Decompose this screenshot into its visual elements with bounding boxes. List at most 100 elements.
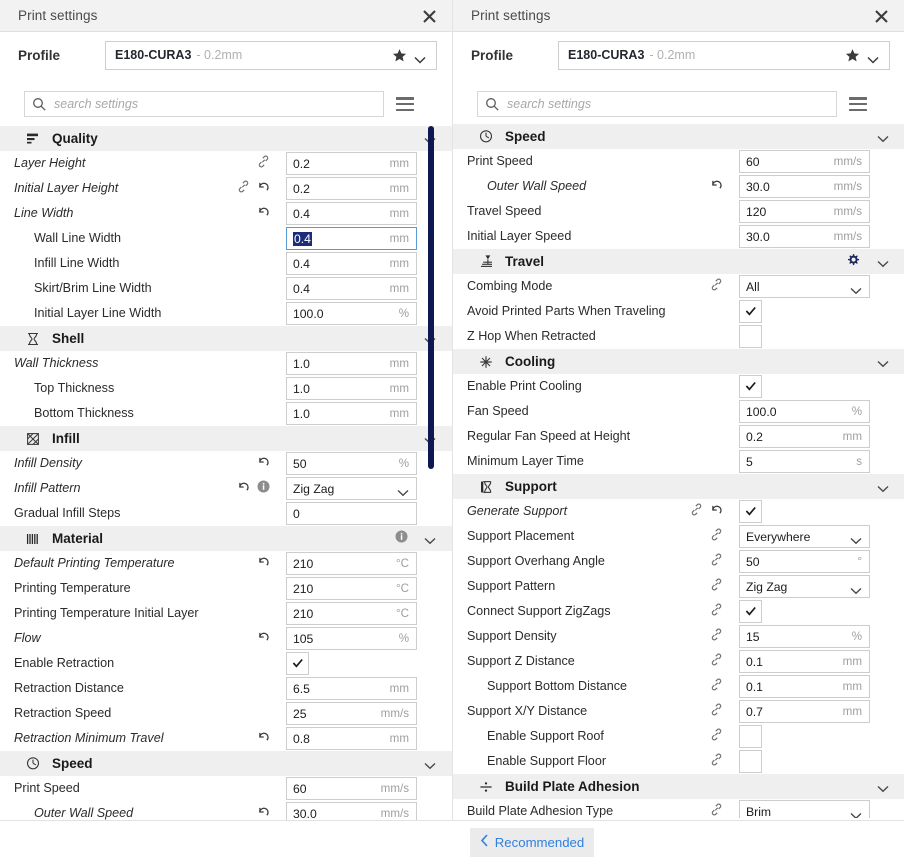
setting-dropdown[interactable]: Zig Zag [739, 575, 870, 598]
setting-text-input[interactable]: 210 °C [286, 577, 417, 600]
star-icon[interactable] [845, 48, 860, 68]
setting-text-input[interactable]: 25 mm/s [286, 702, 417, 725]
chevron-down-icon[interactable] [877, 255, 889, 273]
setting-text-input[interactable]: 120 mm/s [739, 200, 870, 223]
link-icon[interactable] [710, 803, 723, 818]
star-icon[interactable] [392, 48, 407, 68]
settings-category-header[interactable]: Cooling [453, 349, 904, 374]
chevron-down-icon[interactable] [877, 355, 889, 373]
search-input[interactable]: search settings [477, 91, 837, 117]
setting-checkbox[interactable] [739, 300, 762, 323]
chevron-down-icon[interactable] [877, 780, 889, 798]
settings-category-header[interactable]: Speed [453, 124, 904, 149]
link-icon[interactable] [690, 503, 703, 521]
chevron-down-icon[interactable] [850, 807, 862, 818]
chevron-down-icon[interactable] [414, 52, 426, 70]
chevron-down-icon[interactable] [867, 52, 879, 70]
revert-icon[interactable] [257, 730, 270, 748]
link-icon[interactable] [710, 578, 723, 596]
search-input[interactable]: search settings [24, 91, 384, 117]
recommended-button[interactable]: Recommended [470, 828, 594, 857]
setting-text-input[interactable]: 30.0 mm/s [739, 175, 870, 198]
scrollbar-left[interactable] [428, 126, 434, 469]
link-icon[interactable] [710, 553, 723, 571]
revert-icon[interactable] [257, 630, 270, 648]
chevron-down-icon[interactable] [877, 130, 889, 148]
setting-checkbox[interactable] [739, 375, 762, 398]
revert-icon[interactable] [257, 805, 270, 820]
setting-text-input[interactable]: 0.8 mm [286, 727, 417, 750]
setting-text-input[interactable]: 0 [286, 502, 417, 525]
setting-text-input[interactable]: 50% [286, 452, 417, 475]
setting-text-input[interactable]: 60 mm/s [286, 777, 417, 800]
settings-category-header[interactable]: Quality [0, 126, 452, 151]
info-circle-icon[interactable] [257, 480, 270, 498]
setting-checkbox[interactable] [739, 750, 762, 773]
chevron-down-icon[interactable] [397, 484, 409, 502]
setting-checkbox[interactable] [739, 500, 762, 523]
chevron-down-icon[interactable] [850, 532, 862, 550]
settings-list-left[interactable]: Quality Layer Height 0.2 mm Initial Layer He… [0, 126, 452, 820]
revert-icon[interactable] [257, 555, 270, 573]
link-icon[interactable] [710, 653, 723, 671]
link-icon[interactable] [710, 278, 723, 296]
setting-text-input[interactable]: 0.2 mm [286, 177, 417, 200]
setting-text-input[interactable]: 15% [739, 625, 870, 648]
close-icon[interactable] [870, 5, 892, 27]
setting-text-input[interactable]: 100.0% [286, 302, 417, 325]
gear-icon[interactable] [846, 253, 861, 272]
chevron-down-icon[interactable] [877, 480, 889, 498]
settings-category-header[interactable]: Travel [453, 249, 904, 274]
setting-text-input[interactable]: 5s [739, 450, 870, 473]
profile-select[interactable]: E180-CURA3 - 0.2mm [558, 41, 890, 70]
link-icon[interactable] [710, 603, 723, 621]
revert-icon[interactable] [257, 205, 270, 223]
setting-text-input[interactable]: 1.0 mm [286, 402, 417, 425]
settings-category-header[interactable]: Infill [0, 426, 452, 451]
setting-text-input[interactable]: 100.0% [739, 400, 870, 423]
link-icon[interactable] [710, 678, 723, 696]
hamburger-menu-icon[interactable] [396, 97, 414, 112]
settings-category-header[interactable]: Material [0, 526, 452, 551]
setting-text-input[interactable]: 60 mm/s [739, 150, 870, 173]
setting-dropdown[interactable]: Brim [739, 800, 870, 818]
revert-icon[interactable] [710, 503, 723, 521]
settings-category-header[interactable]: Speed [0, 751, 452, 776]
setting-text-input[interactable]: 0.4 mm [286, 252, 417, 275]
setting-text-input[interactable]: 0.2 mm [286, 152, 417, 175]
link-icon[interactable] [237, 180, 250, 198]
setting-text-input[interactable]: 30.0 mm/s [739, 225, 870, 248]
setting-text-input[interactable]: 0.2 mm [739, 425, 870, 448]
close-icon[interactable] [418, 5, 440, 27]
setting-text-input[interactable]: 50 ° [739, 550, 870, 573]
link-icon[interactable] [710, 728, 723, 746]
setting-text-input[interactable]: 30.0 mm/s [286, 802, 417, 820]
settings-category-header[interactable]: Support [453, 474, 904, 499]
setting-dropdown[interactable]: Everywhere [739, 525, 870, 548]
link-icon[interactable] [710, 528, 723, 546]
profile-select[interactable]: E180-CURA3 - 0.2mm [105, 41, 437, 70]
setting-text-input[interactable]: 0.4 mm [286, 227, 417, 250]
revert-icon[interactable] [237, 480, 250, 498]
setting-checkbox[interactable] [286, 652, 309, 675]
setting-checkbox[interactable] [739, 325, 762, 348]
setting-text-input[interactable]: 1.0 mm [286, 352, 417, 375]
setting-text-input[interactable]: 210 °C [286, 552, 417, 575]
setting-checkbox[interactable] [739, 600, 762, 623]
revert-icon[interactable] [710, 178, 723, 196]
setting-text-input[interactable]: 0.7 mm [739, 700, 870, 723]
settings-category-header[interactable]: Shell [0, 326, 452, 351]
revert-icon[interactable] [257, 180, 270, 198]
setting-dropdown[interactable]: Zig Zag [286, 477, 417, 500]
chevron-down-icon[interactable] [850, 282, 862, 300]
link-icon[interactable] [710, 628, 723, 646]
info-circle-icon[interactable] [395, 530, 408, 548]
setting-text-input[interactable]: 0.4 mm [286, 202, 417, 225]
setting-text-input[interactable]: 6.5 mm [286, 677, 417, 700]
hamburger-menu-icon[interactable] [849, 97, 867, 112]
chevron-down-icon[interactable] [850, 582, 862, 600]
setting-text-input[interactable]: 105% [286, 627, 417, 650]
settings-category-header[interactable]: Build Plate Adhesion [453, 774, 904, 799]
setting-text-input[interactable]: 0.1 mm [739, 675, 870, 698]
chevron-down-icon[interactable] [424, 532, 436, 550]
